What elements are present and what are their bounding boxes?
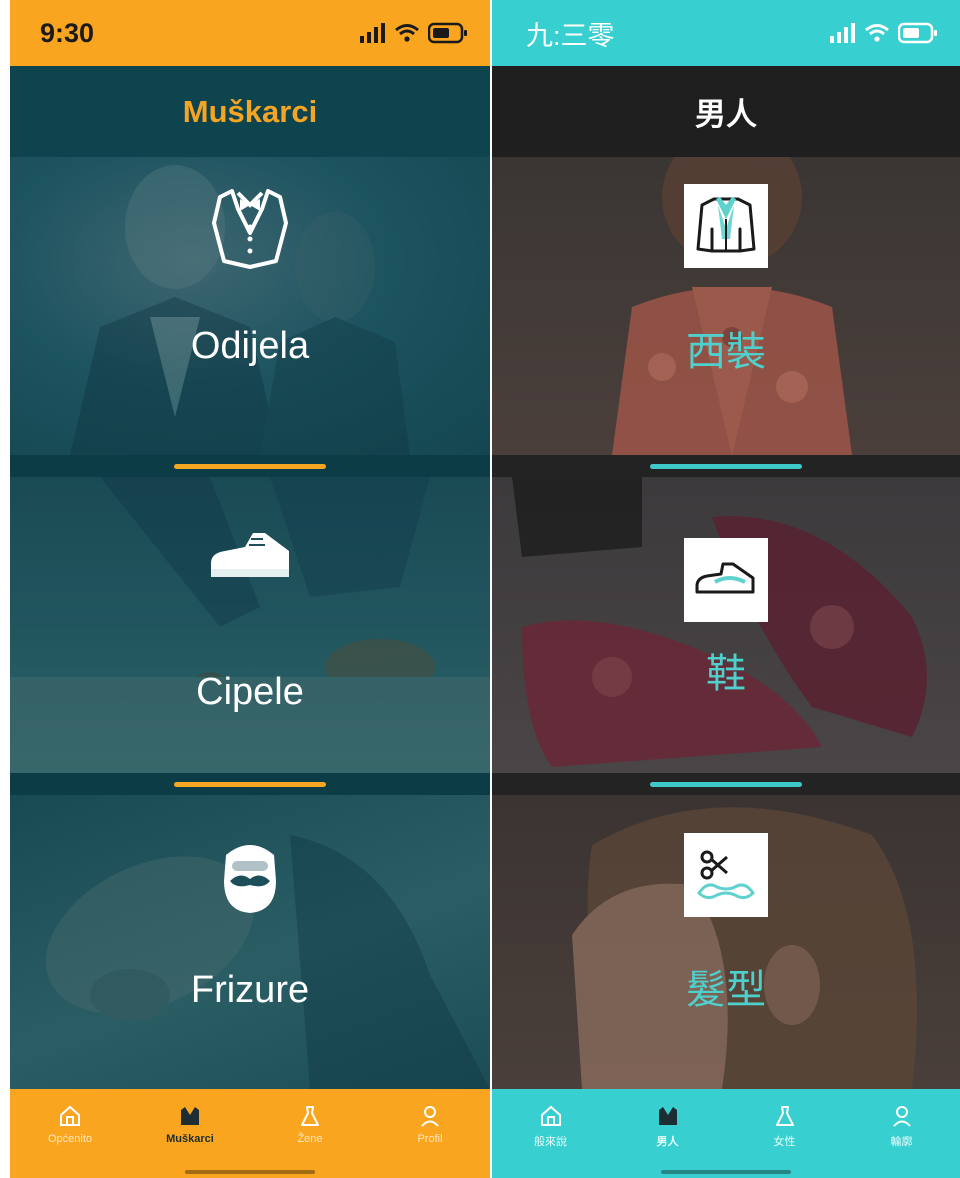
tab-general[interactable]: Općenito [20,1105,120,1145]
tab-men[interactable]: Muškarci [140,1105,240,1145]
haircut-icon-box [684,833,768,917]
haircuts-label: Frizure [190,969,310,1011]
comparison-screens: 9:30 Muškarci Odijela Cipele Frizure Opć… [0,0,960,1178]
shoes-background-photo [492,477,960,773]
page-title: Muškarci [182,93,318,129]
tab-label: Muškarci [166,1133,214,1145]
tab-label: Žene [297,1133,323,1145]
tab-label: Općenito [47,1133,93,1145]
tab-profile[interactable]: 輪廓 [852,1105,952,1149]
person-icon [421,1106,439,1127]
shoe-icon [695,562,755,594]
home-icon [540,1105,561,1126]
tab-label: 般來說 [534,1136,567,1148]
section-divider [492,455,960,477]
shoe-icon [211,533,289,577]
category-card-shoes[interactable]: Cipele [10,477,490,773]
category-card-suits[interactable]: Odijela [10,157,490,455]
divider-accent-bar [650,781,802,787]
battery-icon [898,22,937,44]
wifi-icon [865,24,889,42]
signal-icon [830,23,855,43]
signal-icon [360,23,385,43]
battery-icon [428,22,467,44]
tuxedo-icon [212,189,288,269]
tab-women[interactable]: Žene [260,1105,360,1145]
page-header: 男人 [492,66,960,157]
shoes-label: 鞋 [706,651,746,697]
category-card-haircuts[interactable]: Frizure [10,795,490,1089]
tab-women[interactable]: 女性 [735,1105,835,1149]
jacket-icon [181,1106,199,1125]
shoes-background-photo [10,477,490,773]
beard-icon [224,845,276,913]
haircuts-label: 髮型 [686,967,766,1013]
divider-accent-bar [174,463,326,469]
shoes-label: Cipele [196,671,304,713]
home-icon [60,1105,80,1126]
status-icons [360,22,468,44]
phone-screen-left: 9:30 Muškarci Odijela Cipele Frizure Opć… [10,0,490,1178]
tab-men[interactable]: 男人 [618,1105,718,1149]
suit-icon-box [684,184,768,268]
tab-label: 女性 [773,1136,796,1148]
bottom-tab-bar: Općenito Muškarci Žene Profil [10,1089,490,1178]
tab-general[interactable]: 般來說 [501,1105,601,1149]
status-bar: 九:三零 [492,0,960,66]
status-icons [830,22,938,44]
tab-profile[interactable]: Profil [380,1105,480,1145]
phone-screen-right: 九:三零 男人 西裝 鞋 髮型 般來說 男人 女性 輪廓 [492,0,960,1178]
category-card-shoes[interactable]: 鞋 [492,477,960,773]
section-divider [10,773,490,795]
dress-icon [775,1106,794,1126]
section-divider [10,455,490,477]
suits-label: Odijela [190,325,310,367]
jacket-icon [658,1106,677,1125]
divider-accent-bar [650,463,802,469]
page-header: Muškarci [10,66,490,157]
status-time: 九:三零 [526,20,615,51]
haircuts-background-photo [10,795,490,1089]
status-bar: 9:30 [10,0,490,66]
section-divider [492,773,960,795]
category-card-haircuts[interactable]: 髮型 [492,795,960,1089]
wifi-icon [395,24,419,42]
dress-icon [301,1106,319,1126]
suits-label: 西裝 [686,329,766,375]
status-time: 9:30 [40,17,95,48]
tab-label: 男人 [656,1136,679,1148]
person-icon [892,1106,911,1127]
suit-jacket-icon [696,197,756,253]
scissors-mustache-icon [697,850,755,900]
divider-accent-bar [174,781,326,787]
tab-label: 輪廓 [890,1136,913,1148]
shoe-icon-box [684,538,768,622]
tab-label: Profil [417,1133,443,1145]
home-indicator[interactable] [661,1170,791,1174]
bottom-tab-bar: 般來說 男人 女性 輪廓 [492,1089,960,1178]
page-title: 男人 [695,97,757,133]
category-card-suits[interactable]: 西裝 [492,157,960,455]
home-indicator[interactable] [185,1170,315,1174]
